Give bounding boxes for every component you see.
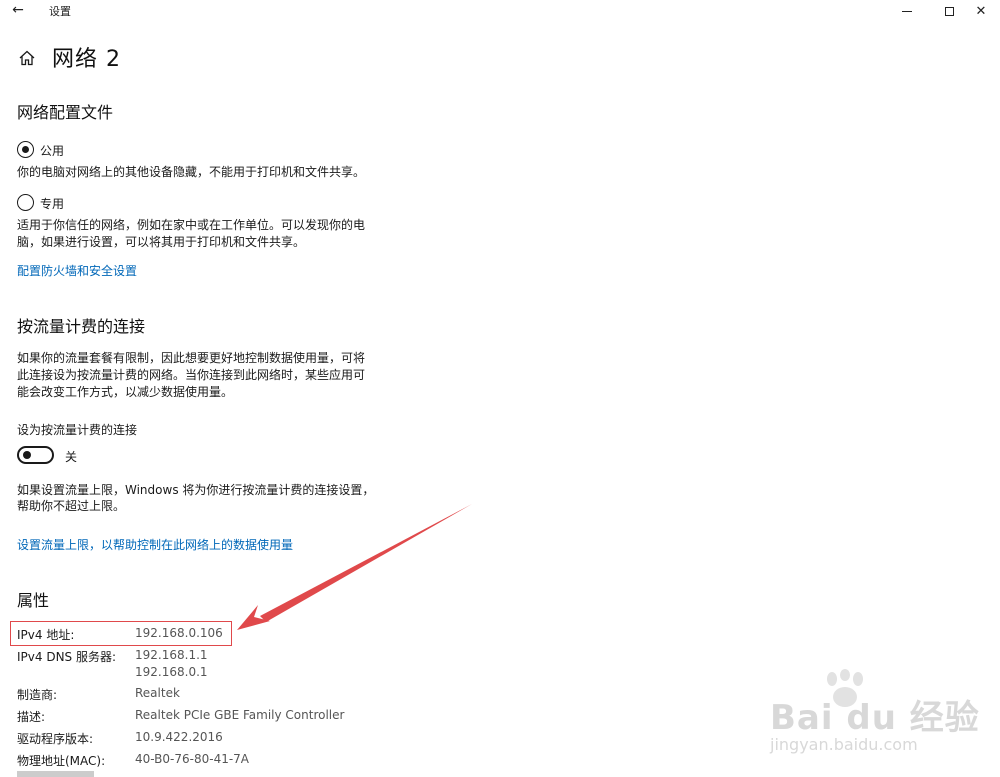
maximize-icon <box>944 6 954 16</box>
watermark-logo: Bai du 经验 <box>770 698 980 738</box>
window-title: 设置 <box>49 5 71 18</box>
prop-value-description: Realtek PCIe GBE Family Controller <box>135 708 345 722</box>
prop-key-mac: 物理地址(MAC): <box>17 754 106 768</box>
prop-value-ipv4: 192.168.0.106 <box>135 626 223 640</box>
prop-key-driver-version: 驱动程序版本: <box>17 732 94 746</box>
prop-value-mac: 40-B0-76-80-41-7A <box>135 752 250 766</box>
private-description-line2: 脑，如果进行设置，可以将其用于打印机和文件共享。 <box>17 235 306 249</box>
metered-description-line1: 如果你的流量套餐有限制，因此想要更好地控制数据使用量，可将 <box>17 351 366 365</box>
close-icon: ✕ <box>975 3 987 19</box>
watermark-url: jingyan.baidu.com <box>770 735 918 754</box>
set-data-limit-link[interactable]: 设置流量上限，以帮助控制在此网络上的数据使用量 <box>17 536 293 553</box>
metered-description-line2: 此连接设为按流量计费的网络。当你连接到此网络时，某些应用可 <box>17 368 366 382</box>
close-button[interactable]: ✕ <box>962 0 1000 22</box>
properties-heading: 属性 <box>17 591 50 610</box>
minimize-icon <box>902 10 912 12</box>
copy-button[interactable] <box>17 771 94 777</box>
metered-toggle-label: 设为按流量计费的连接 <box>17 423 138 437</box>
prop-value-dns-1: 192.168.1.1 <box>135 648 208 662</box>
prop-key-ipv4: IPv4 地址: <box>17 628 75 642</box>
metered-toggle[interactable] <box>17 446 54 464</box>
prop-key-dns: IPv4 DNS 服务器: <box>17 650 117 664</box>
metered-heading: 按流量计费的连接 <box>17 317 146 336</box>
private-description-line1: 适用于你信任的网络，例如在家中或在工作单位。可以发现你的电 <box>17 218 366 232</box>
data-limit-description-line2: 帮助你不超过上限。 <box>17 499 126 513</box>
private-radio-label[interactable]: 专用 <box>40 195 64 212</box>
private-radio[interactable] <box>17 194 34 211</box>
prop-value-manufacturer: Realtek <box>135 686 180 700</box>
metered-description-line3: 能会改变工作方式，以减少数据使用量。 <box>17 385 234 399</box>
public-radio-label[interactable]: 公用 <box>40 142 64 159</box>
prop-key-manufacturer: 制造商: <box>17 688 58 702</box>
title-bar: ← 设置 ✕ <box>0 0 1000 22</box>
metered-toggle-state: 关 <box>65 450 78 464</box>
home-icon[interactable] <box>18 49 36 67</box>
profile-heading: 网络配置文件 <box>17 103 114 122</box>
data-limit-description-line1: 如果设置流量上限，Windows 将为你进行按流量计费的连接设置， <box>17 483 375 497</box>
minimize-button[interactable] <box>884 0 930 22</box>
public-description: 你的电脑对网络上的其他设备隐藏，不能用于打印机和文件共享。 <box>17 165 366 179</box>
back-arrow-icon[interactable]: ← <box>8 1 28 19</box>
page-title: 网络 2 <box>52 47 121 72</box>
public-radio[interactable] <box>17 141 34 158</box>
prop-key-description: 描述: <box>17 710 46 724</box>
firewall-settings-link[interactable]: 配置防火墙和安全设置 <box>17 262 137 279</box>
toggle-knob <box>23 451 31 459</box>
prop-value-dns-2: 192.168.0.1 <box>135 665 208 679</box>
prop-value-driver-version: 10.9.422.2016 <box>135 730 223 744</box>
